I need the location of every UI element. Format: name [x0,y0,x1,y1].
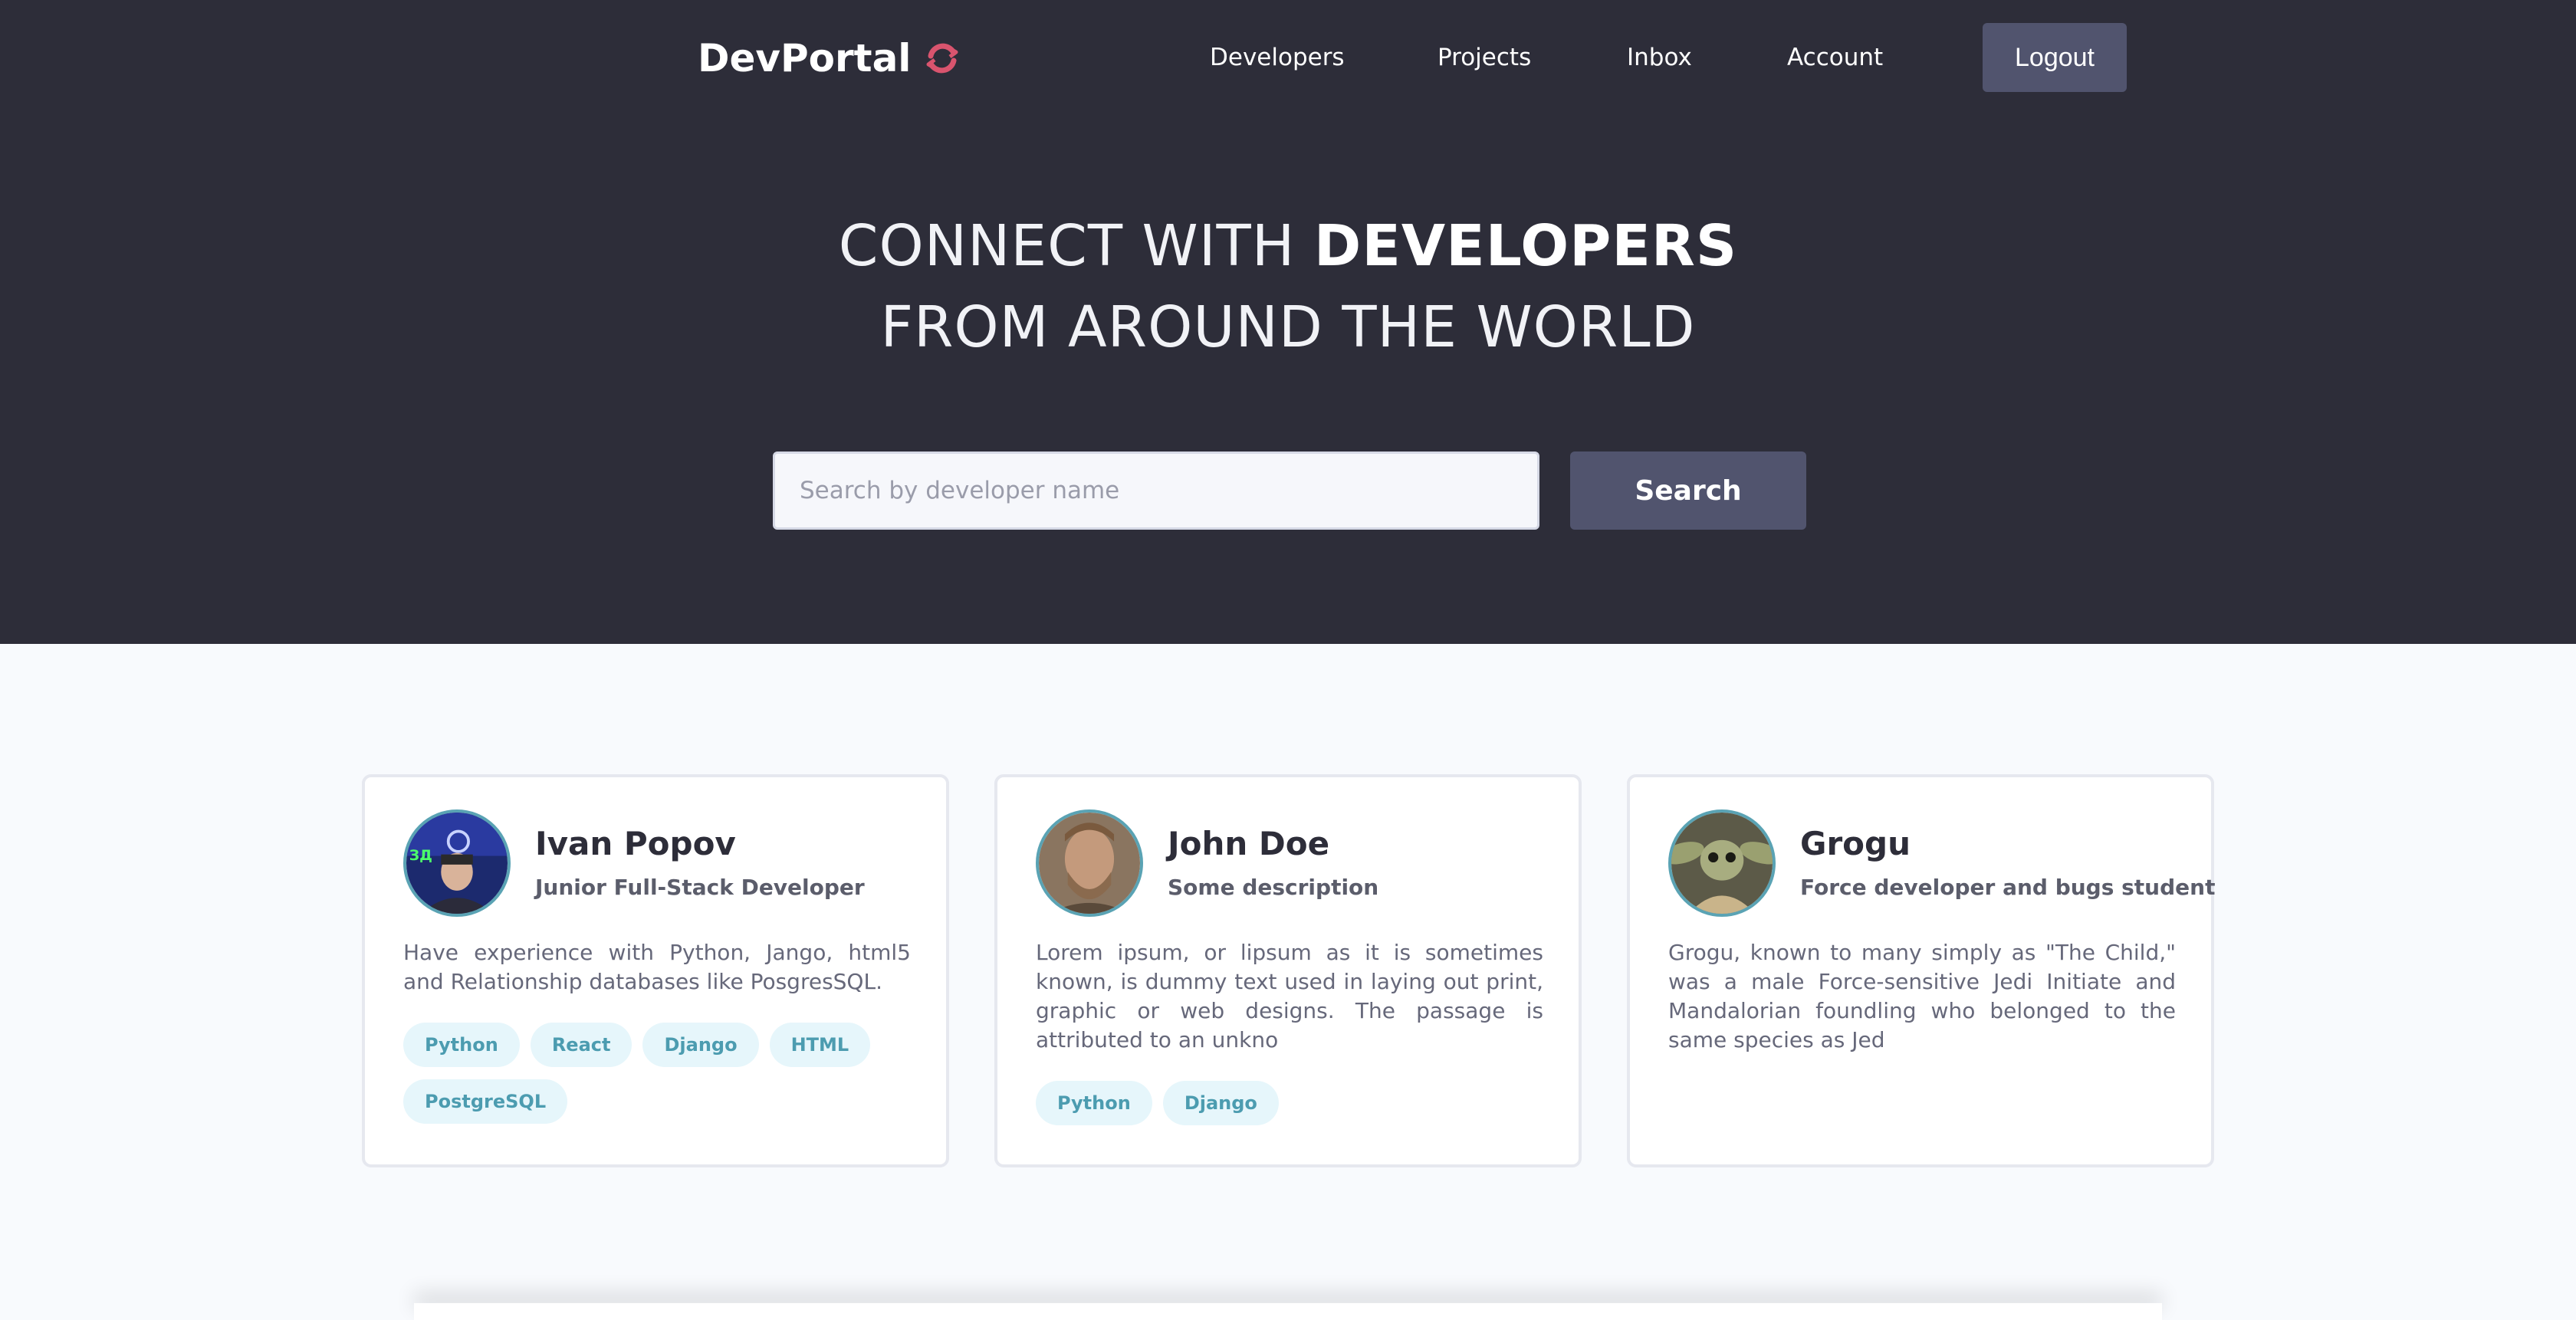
search-button[interactable]: Search [1570,451,1806,530]
developer-role: Some description [1168,875,1379,900]
developer-card[interactable]: John Doe Some description Lorem ipsum, o… [994,774,1582,1167]
next-section-edge [414,1303,2162,1320]
hero-headline: CONNECT WITH DEVELOPERS FROM AROUND THE … [0,205,2576,368]
avatar [1036,809,1143,917]
headline-line2: FROM AROUND THE WORLD [880,294,1696,360]
developer-role: Force developer and bugs student [1800,875,2216,900]
developer-bio: Grogu, known to many simply as "The Chil… [1668,940,2176,1052]
skill-tag[interactable]: Python [1036,1081,1152,1125]
skill-tag[interactable]: React [530,1023,632,1067]
avatar: ЗД [403,809,511,917]
skill-tag[interactable]: Django [642,1023,759,1067]
skill-list: Python Django [1036,1081,1543,1125]
svg-text:ЗД: ЗД [409,848,432,864]
developer-name[interactable]: John Doe [1168,825,1329,862]
developer-card[interactable]: Grogu Force developer and bugs student G… [1627,774,2216,1167]
skill-tag[interactable]: PostgreSQL [403,1079,568,1124]
avatar-photo-icon [1039,813,1140,914]
developer-role: Junior Full-Stack Developer [535,875,865,900]
developer-bio: Have experience with Python, Jango, html… [403,940,911,994]
skill-tag[interactable]: HTML [769,1023,871,1067]
developer-card[interactable]: ЗД Ivan Popov Junior Full-Stack Develope… [362,774,949,1167]
headline-line1-light: CONNECT WITH [838,213,1314,279]
headline-line1-bold: DEVELOPERS [1313,213,1738,279]
avatar-photo-icon [1671,813,1773,914]
nav-account[interactable]: Account [1787,23,1883,92]
main-nav: Developers Projects Inbox Account [0,23,2576,92]
developer-bio: Lorem ipsum, or lipsum as it is sometime… [1036,940,1543,1052]
hero-section: DevPortal Developers Projects Inbox Acco… [0,0,2576,644]
avatar-photo-icon: ЗД [406,813,508,914]
nav-inbox[interactable]: Inbox [1627,23,1692,92]
skill-tag[interactable]: Python [403,1023,520,1067]
nav-projects[interactable]: Projects [1438,23,1531,92]
logout-button[interactable]: Logout [1983,23,2127,92]
avatar [1668,809,1776,917]
skill-tag[interactable]: Django [1162,1081,1279,1125]
skill-list: Python React Django HTML PostgreSQL [403,1023,911,1124]
developer-name[interactable]: Grogu [1800,825,1911,862]
developer-name[interactable]: Ivan Popov [535,825,736,862]
nav-developers[interactable]: Developers [1210,23,1345,92]
search-input[interactable] [773,451,1539,530]
